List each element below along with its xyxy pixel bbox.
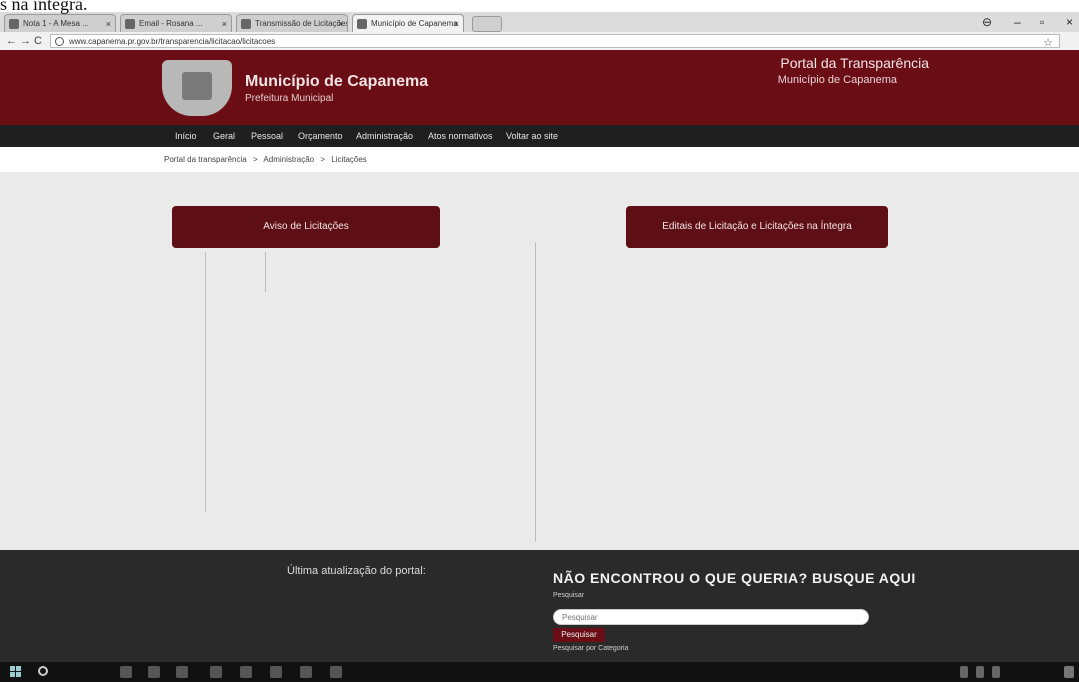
search-button[interactable]: Pesquisar <box>553 628 605 642</box>
aviso-licitacoes-button[interactable]: Aviso de Licitações <box>172 206 440 248</box>
site-title[interactable]: Município de Capanema <box>245 73 428 91</box>
bookmark-star-icon[interactable]: ☆ <box>1043 36 1053 50</box>
site-info-icon[interactable] <box>55 37 64 46</box>
nav-item-geral[interactable]: Geral <box>213 125 235 147</box>
divider <box>265 252 266 292</box>
browser-tab-bar: Nota 1 - A Mesa ... × Email - Rosana ...… <box>0 12 1079 32</box>
coat-of-arms-logo[interactable] <box>162 60 232 116</box>
tab-label: Município de Capanema <box>371 19 458 28</box>
tray-icon[interactable] <box>976 666 984 678</box>
close-icon[interactable]: × <box>338 15 343 32</box>
site-subtitle: Prefeitura Municipal <box>245 93 334 104</box>
reload-icon[interactable]: C <box>34 33 42 49</box>
search-heading: NÃO ENCONTROU O QUE QUERIA? BUSQUE AQUI <box>553 570 916 586</box>
portal-title: Portal da Transparência <box>780 55 929 71</box>
nav-item-voltar-ao-site[interactable]: Voltar ao site <box>506 125 558 147</box>
site-header: Município de Capanema Prefeitura Municip… <box>0 50 1079 125</box>
site-footer: Última atualização do portal: NÃO ENCONT… <box>0 550 1079 662</box>
notification-icon[interactable] <box>1064 666 1074 678</box>
divider <box>535 242 536 542</box>
app-icon[interactable] <box>330 666 342 678</box>
breadcrumb: Portal da transparência > Administração … <box>164 155 371 164</box>
profile-icon[interactable]: ⊖ <box>982 12 992 32</box>
tab-favicon-icon <box>9 19 19 29</box>
address-bar: ← → C www.capanema.pr.gov.br/transparenc… <box>0 32 1079 51</box>
main-nav: Início Geral Pessoal Orçamento Administr… <box>0 125 1079 147</box>
last-update-label: Última atualização do portal: <box>287 565 426 577</box>
browser-tab[interactable]: Transmissão de Licitações × <box>236 14 348 32</box>
tab-favicon-icon <box>357 19 367 29</box>
browser-icon[interactable] <box>148 666 160 678</box>
tab-label: Email - Rosana ... <box>139 19 203 28</box>
close-icon[interactable]: × <box>222 15 227 32</box>
nav-item-pessoal[interactable]: Pessoal <box>251 125 283 147</box>
nav-item-atos-normativos[interactable]: Atos normativos <box>428 125 493 147</box>
breadcrumb-link[interactable]: Portal da transparência <box>164 155 247 164</box>
portal-subtitle: Município de Capanema <box>777 74 897 86</box>
app-icon[interactable] <box>300 666 312 678</box>
browser-tab[interactable]: Email - Rosana ... × <box>120 14 232 32</box>
os-taskbar <box>0 662 1079 682</box>
tab-label: Nota 1 - A Mesa ... <box>23 19 89 28</box>
breadcrumb-link[interactable]: Administração <box>263 155 314 164</box>
tray-icon[interactable] <box>960 666 968 678</box>
divider <box>205 252 206 512</box>
close-window-icon[interactable]: × <box>1066 12 1073 32</box>
tab-favicon-icon <box>125 19 135 29</box>
browser-tab-active[interactable]: Município de Capanema × <box>352 14 464 32</box>
tab-favicon-icon <box>241 19 251 29</box>
forward-icon[interactable]: → <box>20 33 31 49</box>
start-icon[interactable] <box>10 666 22 678</box>
search-label: Pesquisar <box>553 592 585 599</box>
new-tab-button[interactable] <box>472 16 502 32</box>
task-view-icon[interactable] <box>120 666 132 678</box>
app-icon[interactable] <box>240 666 252 678</box>
tray-icon[interactable] <box>992 666 1000 678</box>
maximize-icon[interactable]: ▫ <box>1040 12 1044 32</box>
app-icon[interactable] <box>270 666 282 678</box>
close-icon[interactable]: × <box>454 15 459 32</box>
nav-item-orcamento[interactable]: Orçamento <box>298 125 343 147</box>
back-icon[interactable]: ← <box>6 33 17 49</box>
app-icon[interactable] <box>210 666 222 678</box>
minimize-icon[interactable]: – <box>1014 12 1021 32</box>
nav-item-administracao[interactable]: Administração <box>356 125 413 147</box>
search-icon[interactable] <box>38 666 48 676</box>
breadcrumb-separator: > <box>252 155 258 164</box>
url-field[interactable]: www.capanema.pr.gov.br/transparencia/lic… <box>50 34 1060 50</box>
close-icon[interactable]: × <box>106 15 111 32</box>
breadcrumb-current: Licitações <box>331 155 367 164</box>
search-input[interactable] <box>553 609 869 625</box>
caption-text: s na íntegra. <box>0 0 200 13</box>
nav-item-inicio[interactable]: Início <box>175 125 197 147</box>
url-text: www.capanema.pr.gov.br/transparencia/lic… <box>69 37 276 46</box>
tab-label: Transmissão de Licitações <box>255 19 348 28</box>
main-content: Aviso de Licitações Editais de Licitação… <box>0 172 1079 550</box>
breadcrumb-separator: > <box>320 155 325 164</box>
folder-icon[interactable] <box>176 666 188 678</box>
browser-tab[interactable]: Nota 1 - A Mesa ... × <box>4 14 116 32</box>
editais-licitacao-button[interactable]: Editais de Licitação e Licitações na Ínt… <box>626 206 888 248</box>
search-by-category-link[interactable]: Pesquisar por Categoria <box>553 645 629 652</box>
